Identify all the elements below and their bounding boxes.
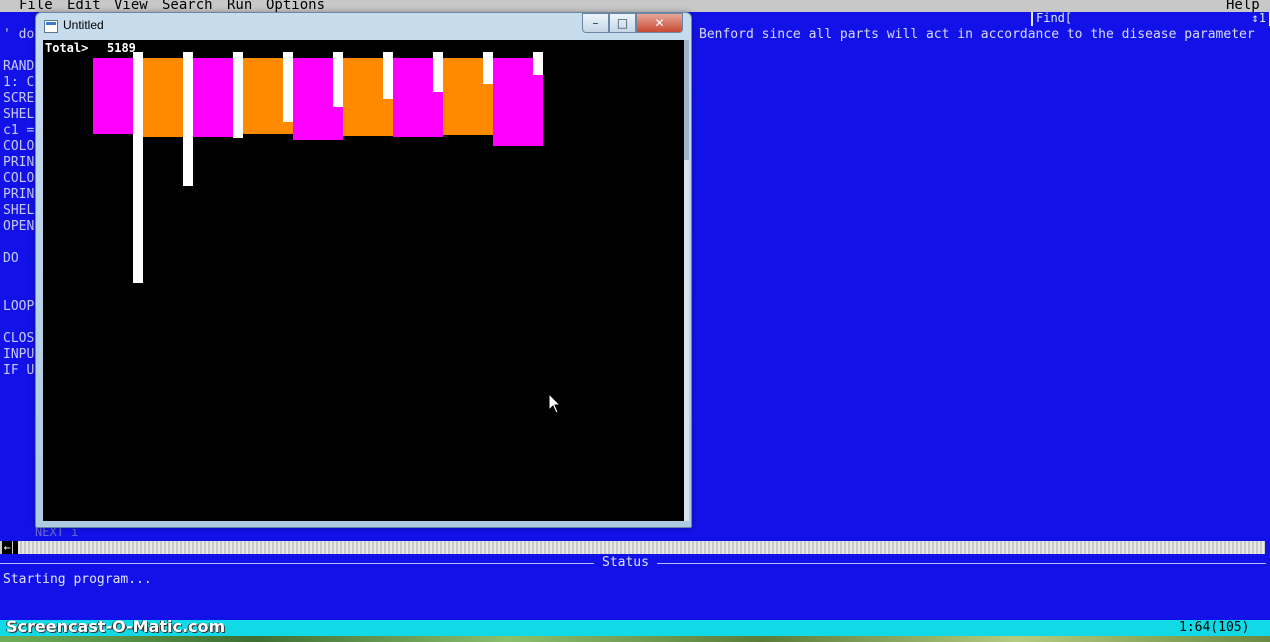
output-canvas[interactable]: Total> 5189 [43, 40, 686, 521]
close-button[interactable]: ✕ [636, 13, 683, 33]
menu-bar: File Edit View Search Run Options Help [0, 0, 1270, 12]
code-line: SHEL [3, 203, 35, 218]
status-pane: Status Starting program... [0, 555, 1270, 620]
minimize-button[interactable]: – [582, 13, 609, 33]
window-scrollbar-thumb[interactable] [684, 40, 689, 160]
chart-marker-3 [233, 52, 243, 138]
code-line: 1: C [3, 75, 35, 90]
code-line: DO [3, 251, 19, 266]
output-window[interactable]: Untitled – □ ✕ Total> 5189 [35, 12, 692, 528]
menu-search[interactable]: Search [162, 0, 213, 12]
code-line: COLO [3, 139, 35, 154]
code-line: IF U [3, 363, 35, 378]
menu-run[interactable]: Run [227, 0, 252, 12]
chart-marker-9 [533, 52, 543, 75]
code-line: CLOS [3, 331, 35, 346]
mouse-pointer-icon [548, 393, 562, 414]
watermark: Screencast-O-Matic.com [6, 617, 226, 636]
menu-edit[interactable]: Edit [67, 0, 101, 12]
scrollbar-thumb[interactable] [13, 541, 18, 554]
find-label: Find[ [1036, 11, 1073, 25]
horizontal-scrollbar[interactable]: ← [0, 541, 1265, 554]
window-app-icon [44, 20, 58, 33]
window-scrollbar[interactable] [684, 40, 689, 521]
code-line: ' do [3, 27, 35, 42]
find-field[interactable]: Find[ ↕1 [1031, 11, 1270, 26]
menu-options[interactable]: Options [266, 0, 325, 12]
chart-marker-4 [283, 52, 293, 122]
code-line: c1 = [3, 123, 35, 138]
scroll-left-icon[interactable]: ← [2, 541, 12, 554]
chart-marker-8 [483, 52, 493, 84]
code-line: PRIN [3, 187, 35, 202]
code-line: INPU [3, 347, 35, 362]
code-line: SHEL [3, 107, 35, 122]
code-line: OPEN [3, 219, 35, 234]
total-value: 5189 [107, 41, 136, 55]
code-line: LOOP [3, 299, 35, 314]
total-label: Total> [45, 41, 89, 55]
status-title: Status [594, 555, 657, 570]
find-arrow-icon[interactable]: ↕1 [1252, 11, 1266, 25]
window-title: Untitled [63, 18, 104, 32]
code-line: SCRE [3, 91, 35, 106]
status-message: Starting program... [3, 572, 152, 587]
desktop-background [0, 636, 1270, 642]
code-comment-line: Benford since all parts will act in acco… [699, 27, 1255, 42]
chart-marker-1 [133, 52, 143, 283]
chart-marker-7 [433, 52, 443, 92]
code-line: PRIN [3, 155, 35, 170]
code-line: RAND [3, 59, 35, 74]
code-line: COLO [3, 171, 35, 186]
cursor-position: 1:64(105) [1179, 620, 1250, 635]
menu-file[interactable]: File [19, 0, 53, 12]
bottom-status-bar: Screencast-O-Matic.com 1:64(105) [0, 617, 1270, 636]
chart-marker-5 [333, 52, 343, 107]
chart-marker-2 [183, 52, 193, 186]
chart-marker-6 [383, 52, 393, 99]
maximize-button[interactable]: □ [609, 13, 636, 33]
menu-view[interactable]: View [114, 0, 148, 12]
